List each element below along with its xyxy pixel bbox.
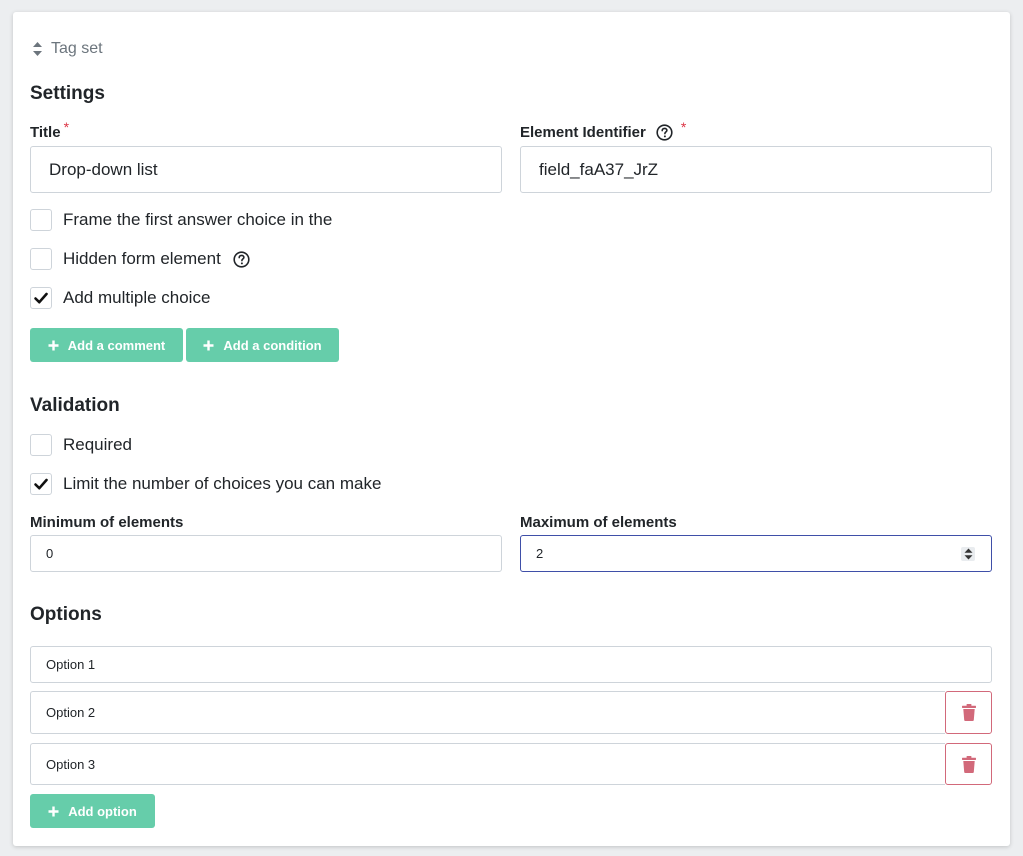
tagset-label: Tag set <box>51 40 103 57</box>
add-condition-label: Add a condition <box>223 337 322 353</box>
max-elements-value: 2 <box>536 546 544 561</box>
add-comment-button[interactable]: Add a comment <box>30 328 183 362</box>
limit-choices-option[interactable]: Limit the number of choices you can make <box>30 473 381 495</box>
question-circle-icon[interactable] <box>233 250 250 268</box>
min-elements-label: Minimum of elements <box>30 514 184 531</box>
multiple-choice-option[interactable]: Add multiple choice <box>30 287 210 309</box>
required-checkbox[interactable] <box>30 434 52 456</box>
plus-icon <box>203 340 214 350</box>
trash-icon <box>961 755 976 773</box>
required-mark: * <box>680 118 687 135</box>
max-elements-label: Maximum of elements <box>520 514 677 531</box>
option-row-2: Option 2 <box>30 691 992 734</box>
limit-choices-label: Limit the number of choices you can make <box>63 474 382 493</box>
form-element-card: Tag set Settings Title * Drop-down list … <box>13 12 1010 846</box>
hidden-element-option[interactable]: Hidden form element <box>30 248 250 270</box>
add-comment-label: Add a comment <box>67 337 166 353</box>
required-option[interactable]: Required <box>30 434 132 456</box>
delete-option-button[interactable] <box>945 691 992 734</box>
title-label: Title * <box>30 119 69 142</box>
add-condition-button[interactable]: Add a condition <box>186 328 339 362</box>
min-elements-value: 0 <box>46 546 54 561</box>
question-circle-icon[interactable] <box>656 124 673 141</box>
delete-option-button[interactable] <box>945 743 992 785</box>
tagset-handle[interactable]: Tag set <box>33 40 103 58</box>
title-label-text: Title <box>30 124 61 141</box>
validation-heading: Validation <box>30 395 120 416</box>
frame-first-choice-option[interactable]: Frame the first answer choice in the <box>30 209 332 231</box>
option-value: Option 2 <box>46 705 96 720</box>
options-heading: Options <box>30 604 102 625</box>
option-input-2[interactable]: Option 2 <box>30 691 945 734</box>
identifier-label-text: Element Identifier <box>520 124 646 141</box>
title-input[interactable]: Drop-down list <box>30 146 502 193</box>
hidden-element-checkbox[interactable] <box>30 248 52 270</box>
option-input-3[interactable]: Option 3 <box>30 743 945 785</box>
required-mark: * <box>63 118 70 135</box>
min-elements-input[interactable]: 0 <box>30 535 502 572</box>
spinner-icon[interactable] <box>961 547 975 561</box>
add-option-button[interactable]: Add option <box>30 794 155 828</box>
max-elements-input[interactable]: 2 <box>520 535 992 572</box>
required-label: Required <box>63 435 132 454</box>
check-icon <box>34 478 48 490</box>
identifier-label: Element Identifier * <box>520 119 686 142</box>
option-value: Option 1 <box>46 657 96 672</box>
multiple-choice-label: Add multiple choice <box>63 288 211 307</box>
limit-choices-checkbox[interactable] <box>30 473 52 495</box>
hidden-element-label: Hidden form element <box>63 249 221 268</box>
trash-icon <box>961 704 976 721</box>
add-option-label: Add option <box>68 803 137 819</box>
title-input-value: Drop-down list <box>49 159 158 179</box>
option-input-1[interactable]: Option 1 <box>30 646 992 683</box>
plus-icon <box>48 806 59 816</box>
sort-icon <box>33 42 42 56</box>
identifier-input[interactable]: field_faA37_JrZ <box>520 146 992 193</box>
option-row-3: Option 3 <box>30 743 992 785</box>
identifier-input-value: field_faA37_JrZ <box>539 159 659 179</box>
plus-icon <box>48 340 59 350</box>
settings-heading: Settings <box>30 83 105 104</box>
multiple-choice-checkbox[interactable] <box>30 287 52 309</box>
frame-first-choice-label: Frame the first answer choice in the <box>63 210 333 229</box>
frame-first-choice-checkbox[interactable] <box>30 209 52 231</box>
check-icon <box>34 292 48 304</box>
option-value: Option 3 <box>46 756 96 772</box>
